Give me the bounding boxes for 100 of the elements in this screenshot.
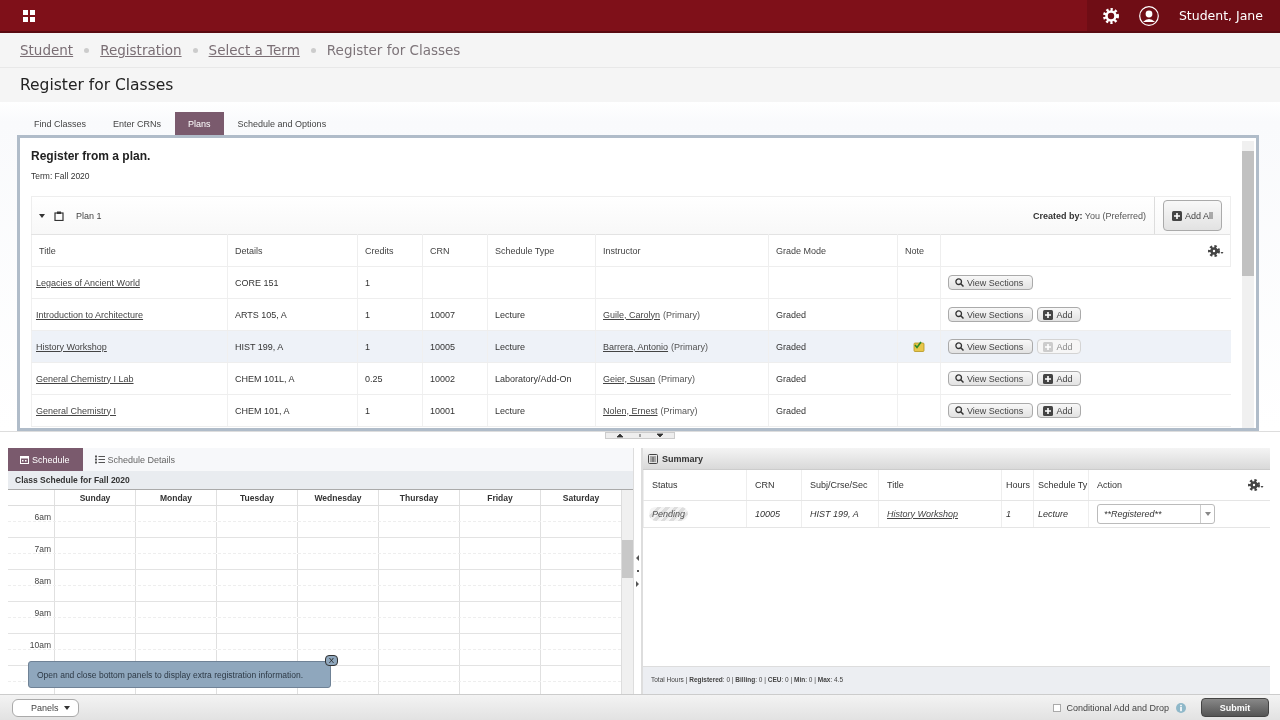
- scrollbar[interactable]: [621, 490, 633, 694]
- breadcrumb-separator: [84, 47, 90, 53]
- tab[interactable]: Find Classes: [21, 112, 100, 135]
- schedule-caption: Class Schedule for Fall 2020: [8, 471, 633, 490]
- caret-down-icon: [63, 705, 70, 710]
- table-settings-icon[interactable]: [1248, 479, 1264, 491]
- tab[interactable]: Plans: [175, 112, 224, 135]
- search-icon: [955, 406, 964, 415]
- tab[interactable]: Schedule Details: [82, 448, 189, 471]
- table-cell: CHEM 101L, A: [235, 373, 295, 384]
- day-header: Wednesday: [314, 493, 362, 503]
- view-sections-button[interactable]: View Sections: [948, 371, 1034, 386]
- view-sections-button[interactable]: View Sections: [948, 339, 1034, 354]
- add-button[interactable]: Add: [1037, 403, 1082, 418]
- page-title: Register for Classes: [20, 76, 174, 94]
- table-cell: 1: [1006, 508, 1011, 519]
- clipboard-icon: [54, 210, 64, 221]
- add-button[interactable]: Add: [1037, 371, 1082, 386]
- note-icon[interactable]: [913, 341, 925, 353]
- close-button[interactable]: X: [325, 655, 338, 666]
- splitter-handle[interactable]: [605, 432, 675, 439]
- table-settings-icon[interactable]: [1208, 244, 1224, 257]
- course-title-link[interactable]: General Chemistry I Lab: [36, 373, 134, 384]
- user-avatar-icon[interactable]: [1138, 5, 1159, 26]
- scrollbar[interactable]: [1242, 141, 1254, 428]
- course-title-link[interactable]: Introduction to Architecture: [36, 309, 144, 320]
- course-title-link[interactable]: History Workshop: [887, 508, 958, 519]
- user-name[interactable]: Student, Jane: [1178, 8, 1263, 23]
- breadcrumb-separator: [310, 47, 316, 53]
- checkbox[interactable]: [1053, 703, 1062, 712]
- instructor-role: (Primary): [660, 405, 698, 416]
- column-header: CRN: [430, 245, 450, 256]
- instructor-link[interactable]: Barrera, Antonio: [603, 341, 669, 352]
- hour-label: 9am: [34, 608, 51, 618]
- add-all-button[interactable]: Add All: [1162, 200, 1222, 231]
- course-title-link[interactable]: Legacies of Ancient World: [36, 277, 140, 288]
- action-dropdown[interactable]: **Registered**: [1097, 503, 1215, 524]
- view-sections-button[interactable]: View Sections: [948, 307, 1034, 322]
- term-label: Term: Fall 2020: [31, 171, 91, 181]
- table-cell: HIST 199, A: [810, 508, 859, 519]
- hour-label: 6am: [34, 512, 51, 522]
- column-header: Hours: [1006, 479, 1030, 490]
- table-row[interactable]: Legacies of Ancient World CORE 151 1 View Sections: [31, 266, 1231, 299]
- breadcrumb-separator: [192, 47, 198, 53]
- table-cell: Graded: [776, 341, 807, 352]
- breadcrumb-link[interactable]: Registration: [100, 42, 182, 58]
- table-row[interactable]: General Chemistry I CHEM 101, A 1 10001 Lecture Nolen, Ernest (Primary) Graded View Sections Add: [31, 394, 1231, 427]
- column-header: Title: [887, 479, 904, 490]
- tab[interactable]: Enter CRNs: [100, 112, 175, 135]
- column-header: Details: [235, 245, 263, 256]
- caret-down-icon[interactable]: [38, 211, 46, 220]
- view-sections-button[interactable]: View Sections: [948, 275, 1034, 290]
- plus-icon: [1043, 373, 1054, 384]
- instructor-role: (Primary): [663, 309, 701, 320]
- breadcrumb-current: Register for Classes: [326, 42, 461, 58]
- panels-button[interactable]: Panels: [12, 698, 79, 717]
- instructor-link[interactable]: Geier, Susan: [603, 373, 656, 384]
- column-header: Instructor: [603, 245, 641, 256]
- table-cell: Graded: [776, 309, 807, 320]
- hour-label: 7am: [34, 544, 51, 554]
- table-cell: 1: [365, 405, 370, 416]
- hour-label: 10am: [29, 640, 51, 650]
- caret-down-icon: [1204, 511, 1211, 516]
- column-header: Schedule Ty: [1038, 479, 1088, 490]
- settings-icon[interactable]: [1102, 7, 1119, 24]
- column-header: Grade Mode: [776, 245, 827, 256]
- table-cell: ARTS 105, A: [235, 309, 287, 320]
- table-cell: 0.25: [365, 373, 383, 384]
- tab[interactable]: Schedule: [8, 448, 83, 471]
- table-cell: CORE 151: [235, 277, 279, 288]
- table-cell: 10001: [430, 405, 456, 416]
- add-button[interactable]: Add: [1037, 307, 1082, 322]
- apps-menu-icon[interactable]: [23, 9, 35, 22]
- submit-button[interactable]: Submit: [1201, 698, 1269, 717]
- instructor-role: (Primary): [658, 373, 696, 384]
- table-cell: 10005: [755, 508, 781, 519]
- table-cell: 1: [365, 309, 370, 320]
- day-header: Thursday: [399, 493, 439, 503]
- instructor-link[interactable]: Guile, Carolyn: [603, 309, 661, 320]
- plus-icon: [1043, 405, 1054, 416]
- plus-icon: [1043, 309, 1054, 320]
- status-badge: Pending: [649, 506, 689, 521]
- table-row[interactable]: Introduction to Architecture ARTS 105, A 1 10007 Lecture Guile, Carolyn (Primary) Graded View Sections Add: [31, 298, 1231, 331]
- course-title-link[interactable]: General Chemistry I: [36, 405, 117, 416]
- tab[interactable]: Schedule and Options: [224, 112, 340, 135]
- day-header: Monday: [159, 493, 193, 503]
- instructor-link[interactable]: Nolen, Ernest: [603, 405, 658, 416]
- day-header: Friday: [487, 493, 513, 503]
- breadcrumb-link[interactable]: Student: [20, 42, 74, 58]
- checkbox-label[interactable]: Conditional Add and Drop: [1066, 702, 1169, 713]
- panel-title: Summary: [662, 453, 704, 464]
- table-cell: Graded: [776, 405, 807, 416]
- view-sections-button[interactable]: View Sections: [948, 403, 1034, 418]
- panel-heading: Register from a plan.: [31, 149, 152, 163]
- table-row[interactable]: General Chemistry I Lab CHEM 101L, A 0.25 10002 Laboratory/Add-On Geier, Susan (Primary) Graded View Sections Add: [31, 362, 1231, 395]
- search-icon: [955, 374, 964, 383]
- course-title-link[interactable]: History Workshop: [36, 341, 107, 352]
- search-icon: [955, 278, 964, 287]
- table-icon: [648, 453, 658, 464]
- breadcrumb-link[interactable]: Select a Term: [208, 42, 300, 58]
